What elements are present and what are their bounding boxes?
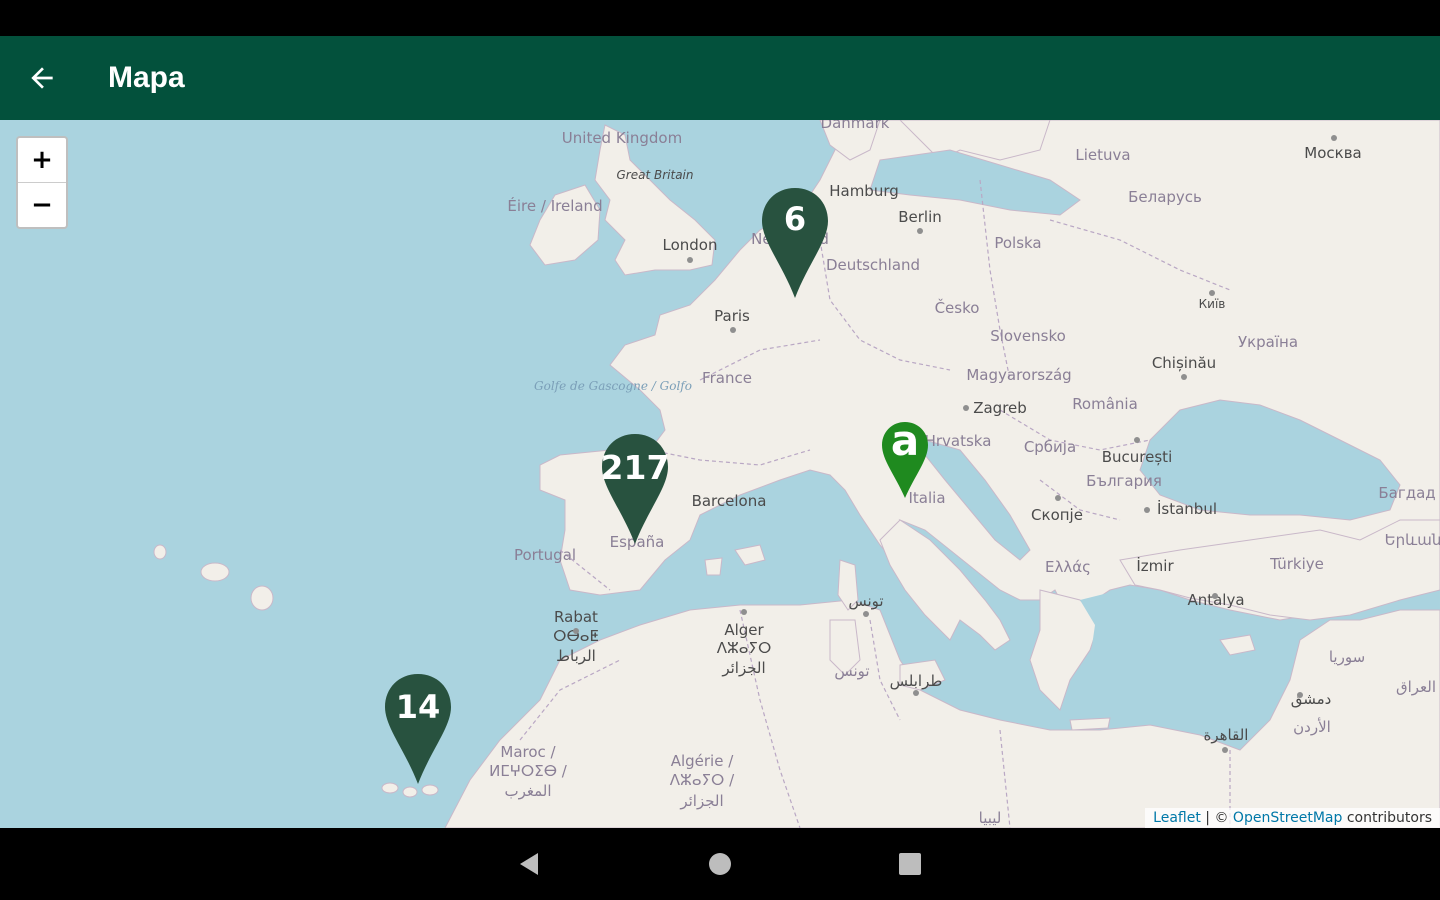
map-label: Chișinău xyxy=(1152,354,1216,372)
map-label: المغرب xyxy=(504,782,551,800)
map-label: Lietuva xyxy=(1075,146,1130,164)
map-label: Deutschland xyxy=(826,256,920,274)
zoom-control: + − xyxy=(16,136,68,229)
zoom-in-button[interactable]: + xyxy=(18,138,66,183)
page-title: Mapa xyxy=(108,61,185,94)
cluster-marker[interactable]: 217 xyxy=(600,432,670,546)
marker-count: 217 xyxy=(600,448,670,487)
map-label: Slovensko xyxy=(990,327,1066,345)
cluster-marker[interactable]: 14 xyxy=(383,672,453,786)
map-label: Москва xyxy=(1304,144,1361,162)
map-label: Київ xyxy=(1199,297,1226,311)
map-label: ⴷⵣⴰⵢⵔ xyxy=(717,639,772,657)
map-label: القاهرة xyxy=(1204,726,1249,744)
map-label: سوريا xyxy=(1329,648,1365,666)
map-label: France xyxy=(702,369,752,387)
map-label: България xyxy=(1086,472,1162,490)
marker-count: 6 xyxy=(783,200,807,238)
map-label: București xyxy=(1102,448,1172,466)
map-label: Багдад xyxy=(1378,484,1435,502)
status-bar xyxy=(0,0,1440,36)
nav-home-button[interactable] xyxy=(700,844,740,884)
map-label: România xyxy=(1072,395,1138,413)
map-base: Golfe de Gascogne / Golfo United Kingdom… xyxy=(153,120,1440,828)
map-label: Polska xyxy=(994,234,1041,252)
map-label: الرباط xyxy=(556,647,596,665)
system-nav-bar xyxy=(0,828,1440,900)
osm-link[interactable]: OpenStreetMap xyxy=(1233,810,1342,826)
map-label: Скопје xyxy=(1031,506,1083,524)
map-label: Србија xyxy=(1024,438,1076,456)
map-label: Magyarország xyxy=(966,366,1071,384)
map-label: تونس xyxy=(848,592,883,610)
marker-count: 14 xyxy=(395,688,441,726)
map-label: İstanbul xyxy=(1157,499,1217,518)
map-label: Україна xyxy=(1238,333,1298,351)
map-label: الأردن xyxy=(1293,717,1331,736)
square-recents-icon xyxy=(899,853,921,875)
leaflet-link[interactable]: Leaflet xyxy=(1153,810,1201,826)
map-label: İzmir xyxy=(1136,556,1174,575)
map-label: Éire / Ireland xyxy=(507,196,602,215)
map-label: Česko xyxy=(935,298,980,317)
triangle-back-icon xyxy=(520,853,538,875)
arrow-back-icon xyxy=(31,67,53,89)
map-label: ليبيا xyxy=(979,809,1002,827)
map-label: Rabat xyxy=(554,608,598,626)
map-label: Երևան xyxy=(1385,531,1440,549)
map-label: Alger xyxy=(724,621,764,639)
location-marker[interactable]: a xyxy=(880,416,930,500)
map-label: Hamburg xyxy=(829,182,899,200)
app-bar: Mapa xyxy=(0,36,1440,120)
map-label: ⵍⵎⵖⵔⵉⴱ / xyxy=(489,762,568,780)
map-view[interactable]: Golfe de Gascogne / Golfo United Kingdom… xyxy=(0,120,1440,828)
map-label: Berlin xyxy=(898,208,942,226)
map-label: Great Britain xyxy=(617,168,694,182)
attribution: Leaflet | © OpenStreetMap contributors xyxy=(1145,808,1440,828)
zoom-out-button[interactable]: − xyxy=(18,183,66,227)
map-label: الجزائر xyxy=(721,659,765,677)
map-label: ⴷⵣⴰⵢⵔ / xyxy=(670,771,735,789)
back-button[interactable] xyxy=(0,36,84,120)
map-label: الجزائر xyxy=(679,792,723,810)
map-label: العراق xyxy=(1396,678,1436,696)
map-label: طرابلس xyxy=(890,672,943,690)
attribution-contributors: contributors xyxy=(1342,810,1432,826)
attribution-separator: | © xyxy=(1200,810,1233,826)
map-label: Algérie / xyxy=(671,752,735,770)
map-label: Maroc / xyxy=(500,743,556,761)
marker-label: a xyxy=(890,416,920,465)
map-label: Barcelona xyxy=(692,492,767,510)
map-label: United Kingdom xyxy=(562,129,682,147)
map-label: Paris xyxy=(714,307,750,325)
map-label: Türkiye xyxy=(1269,555,1324,573)
map-label: Golfe de Gascogne / Golfo xyxy=(534,379,692,393)
map-label: تونس xyxy=(834,662,869,680)
map-label: Ελλάς xyxy=(1045,558,1091,576)
map-label: Беларусь xyxy=(1128,188,1202,206)
cluster-marker[interactable]: 6 xyxy=(760,186,830,300)
nav-back-button[interactable] xyxy=(510,844,550,884)
map-label: Portugal xyxy=(514,546,576,564)
map-label: دمشق xyxy=(1291,690,1332,708)
map-label: Danmark xyxy=(821,120,890,132)
nav-recents-button[interactable] xyxy=(890,844,930,884)
map-label: Hrvatska xyxy=(925,432,992,450)
map-label: Zagreb xyxy=(973,399,1027,417)
map-label: London xyxy=(663,236,718,254)
circle-home-icon xyxy=(709,853,731,875)
